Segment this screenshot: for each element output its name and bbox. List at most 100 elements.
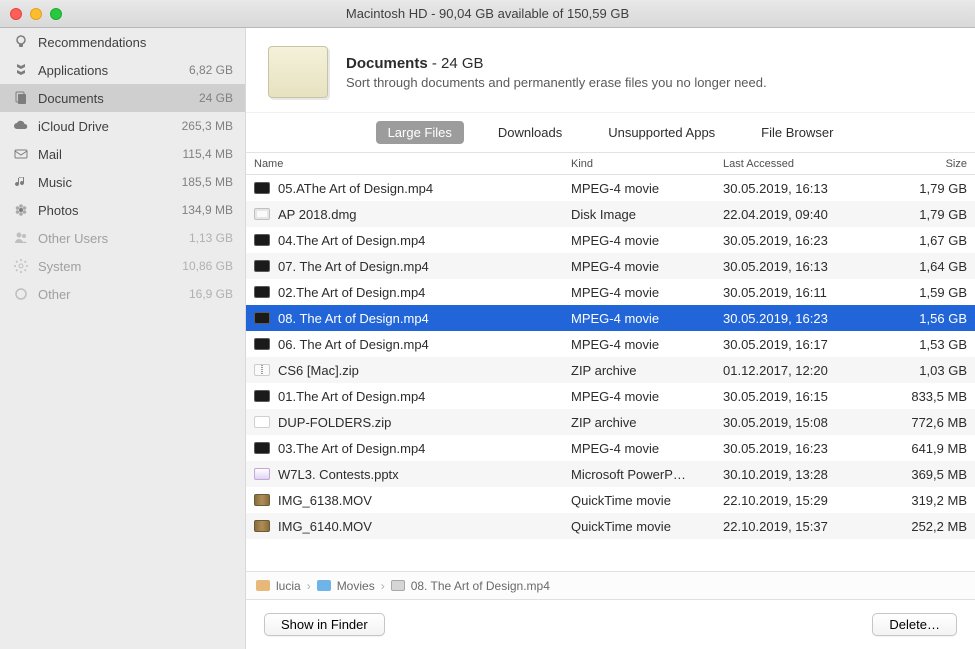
header-subtitle: Sort through documents and permanently e… (346, 75, 953, 90)
sidebar-item-label: Music (38, 175, 182, 190)
delete-button[interactable]: Delete… (872, 613, 957, 636)
chevron-right-icon: › (381, 579, 385, 593)
titlebar: Macintosh HD - 90,04 GB available of 150… (0, 0, 975, 28)
sidebar-item-system[interactable]: System10,86 GB (0, 252, 245, 280)
cell-name: 06. The Art of Design.mp4 (246, 331, 563, 357)
cell-date: 22.10.2019, 15:37 (715, 513, 879, 539)
cell-date: 30.05.2019, 16:23 (715, 435, 879, 461)
breadcrumb-part[interactable]: Movies (337, 579, 375, 593)
sidebar-item-other[interactable]: Other16,9 GB (0, 280, 245, 308)
table-row[interactable]: 03.The Art of Design.mp4MPEG-4 movie30.0… (246, 435, 975, 461)
cell-name: IMG_6140.MOV (246, 513, 563, 539)
cell-size: 369,5 MB (879, 461, 975, 487)
video-file-icon (254, 234, 270, 246)
cell-date: 22.10.2019, 15:29 (715, 487, 879, 513)
table-row[interactable]: 07. The Art of Design.mp4MPEG-4 movie30.… (246, 253, 975, 279)
docs-icon (12, 89, 30, 107)
cell-date: 30.05.2019, 16:23 (715, 227, 879, 253)
table-row[interactable]: 05.AThe Art of Design.mp4MPEG-4 movie30.… (246, 175, 975, 201)
zip-file-icon (254, 364, 270, 376)
cell-size: 1,79 GB (879, 201, 975, 227)
sidebar-item-applications[interactable]: Applications6,82 GB (0, 56, 245, 84)
cell-date: 30.05.2019, 16:13 (715, 175, 879, 201)
folder-icon (317, 580, 331, 591)
video-file-icon (254, 312, 270, 324)
mov-file-icon (254, 494, 270, 506)
circle-icon (12, 285, 30, 303)
col-date[interactable]: Last Accessed (715, 153, 879, 174)
cell-name: 01.The Art of Design.mp4 (246, 383, 563, 409)
tab-large-files[interactable]: Large Files (376, 121, 464, 144)
table-row[interactable]: 04.The Art of Design.mp4MPEG-4 movie30.0… (246, 227, 975, 253)
table-row[interactable]: 06. The Art of Design.mp4MPEG-4 movie30.… (246, 331, 975, 357)
sidebar-item-mail[interactable]: Mail115,4 MB (0, 140, 245, 168)
col-size[interactable]: Size (879, 153, 975, 174)
table-row[interactable]: 02.The Art of Design.mp4MPEG-4 movie30.0… (246, 279, 975, 305)
table-row[interactable]: 01.The Art of Design.mp4MPEG-4 movie30.0… (246, 383, 975, 409)
sidebar-item-label: Recommendations (38, 35, 233, 50)
cell-name: DUP-FOLDERS.zip (246, 409, 563, 435)
breadcrumb-part[interactable]: 08. The Art of Design.mp4 (411, 579, 550, 593)
table-row[interactable]: DUP-FOLDERS.zipZIP archive30.05.2019, 15… (246, 409, 975, 435)
cell-date: 22.04.2019, 09:40 (715, 201, 879, 227)
table-row[interactable]: IMG_6138.MOVQuickTime movie22.10.2019, 1… (246, 487, 975, 513)
sidebar-item-recommendations[interactable]: Recommendations (0, 28, 245, 56)
table-row[interactable]: CS6 [Mac].zipZIP archive01.12.2017, 12:2… (246, 357, 975, 383)
minimize-window-icon[interactable] (30, 8, 42, 20)
breadcrumb: lucia›Movies›08. The Art of Design.mp4 (246, 571, 975, 599)
cell-date: 30.10.2019, 13:28 (715, 461, 879, 487)
sidebar-item-photos[interactable]: Photos134,9 MB (0, 196, 245, 224)
sidebar-item-size: 10,86 GB (182, 259, 233, 273)
footer: Show in Finder Delete… (246, 599, 975, 649)
file-icon (391, 580, 405, 591)
breadcrumb-part[interactable]: lucia (276, 579, 301, 593)
gear-icon (12, 257, 30, 275)
col-kind[interactable]: Kind (563, 153, 715, 174)
zoom-window-icon[interactable] (50, 8, 62, 20)
cell-kind: Disk Image (563, 201, 715, 227)
music-icon (12, 173, 30, 191)
sidebar-item-size: 16,9 GB (189, 287, 233, 301)
cell-date: 01.12.2017, 12:20 (715, 357, 879, 383)
table-row[interactable]: AP 2018.dmgDisk Image22.04.2019, 09:401,… (246, 201, 975, 227)
sidebar-item-icloud-drive[interactable]: iCloud Drive265,3 MB (0, 112, 245, 140)
close-window-icon[interactable] (10, 8, 22, 20)
table-row[interactable]: 08. The Art of Design.mp4MPEG-4 movie30.… (246, 305, 975, 331)
sidebar-item-other-users[interactable]: Other Users1,13 GB (0, 224, 245, 252)
tab-unsupported-apps[interactable]: Unsupported Apps (596, 121, 727, 144)
cell-kind: MPEG-4 movie (563, 253, 715, 279)
show-in-finder-button[interactable]: Show in Finder (264, 613, 385, 636)
bulb-icon (12, 33, 30, 51)
sidebar-item-size: 6,82 GB (189, 63, 233, 77)
cell-size: 1,79 GB (879, 175, 975, 201)
main-pane: Documents - 24 GB Sort through documents… (246, 28, 975, 649)
cell-date: 30.05.2019, 16:13 (715, 253, 879, 279)
table-row[interactable]: W7L3. Contests.pptxMicrosoft PowerP…30.1… (246, 461, 975, 487)
cell-date: 30.05.2019, 16:15 (715, 383, 879, 409)
table-header: Name Kind Last Accessed Size (246, 153, 975, 175)
sidebar-item-documents[interactable]: Documents24 GB (0, 84, 245, 112)
cell-name: 07. The Art of Design.mp4 (246, 253, 563, 279)
tab-file-browser[interactable]: File Browser (749, 121, 845, 144)
cell-kind: MPEG-4 movie (563, 331, 715, 357)
video-file-icon (254, 182, 270, 194)
sidebar-item-label: System (38, 259, 182, 274)
cloud-icon (12, 117, 30, 135)
cell-size: 1,59 GB (879, 279, 975, 305)
sidebar-item-label: Mail (38, 147, 183, 162)
pptx-file-icon (254, 468, 270, 480)
header-panel: Documents - 24 GB Sort through documents… (246, 28, 975, 113)
cell-kind: QuickTime movie (563, 487, 715, 513)
tab-downloads[interactable]: Downloads (486, 121, 574, 144)
sidebar: Recommendations Applications6,82 GBDocume… (0, 28, 246, 649)
table-row[interactable]: IMG_6140.MOVQuickTime movie22.10.2019, 1… (246, 513, 975, 539)
cell-kind: ZIP archive (563, 357, 715, 383)
sidebar-item-size: 1,13 GB (189, 231, 233, 245)
cell-kind: MPEG-4 movie (563, 383, 715, 409)
cell-date: 30.05.2019, 16:17 (715, 331, 879, 357)
col-name[interactable]: Name (246, 153, 563, 174)
sidebar-item-music[interactable]: Music185,5 MB (0, 168, 245, 196)
video-file-icon (254, 338, 270, 350)
users-icon (12, 229, 30, 247)
cell-name: 08. The Art of Design.mp4 (246, 305, 563, 331)
